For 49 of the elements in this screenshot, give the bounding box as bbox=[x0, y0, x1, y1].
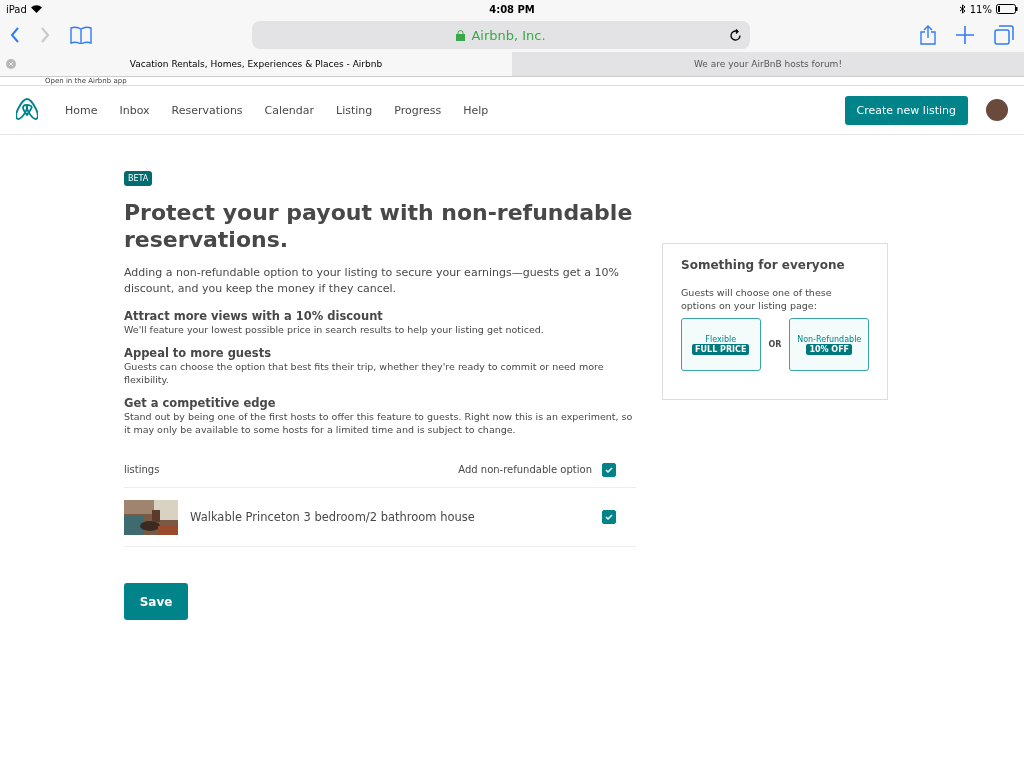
check-icon bbox=[604, 464, 614, 475]
device-name: iPad bbox=[6, 3, 27, 15]
listing-name: Walkable Princeton 3 bedroom/2 bathroom house bbox=[190, 510, 475, 524]
battery-icon bbox=[996, 4, 1018, 14]
wifi-icon bbox=[30, 5, 42, 13]
browser-tab[interactable]: Vacation Rentals, Homes, Experiences & Places - Airbnb bbox=[0, 52, 512, 76]
card-title: Something for everyone bbox=[681, 258, 846, 272]
reload-icon[interactable] bbox=[729, 28, 742, 42]
page-title: Protect your payout with non-refundable reservations. bbox=[124, 199, 634, 253]
nav-link[interactable]: Help bbox=[463, 103, 489, 117]
share-icon[interactable] bbox=[920, 25, 936, 45]
column-header: Add non-refundable option bbox=[458, 464, 592, 475]
nav-link[interactable]: Reservations bbox=[171, 103, 243, 117]
beta-badge: BETA bbox=[124, 171, 153, 186]
nav-link[interactable]: Listing bbox=[336, 103, 373, 117]
option-tag: 10% OFF bbox=[806, 343, 853, 355]
clock-time: 4:08 PM bbox=[489, 3, 535, 15]
nav-link[interactable]: Inbox bbox=[119, 103, 150, 117]
bluetooth-icon bbox=[959, 4, 966, 14]
user-avatar[interactable] bbox=[986, 99, 1008, 121]
listing-checkbox[interactable] bbox=[602, 510, 616, 524]
column-header: listings bbox=[124, 464, 160, 475]
bookmarks-icon[interactable] bbox=[70, 26, 92, 44]
plus-icon[interactable] bbox=[956, 26, 974, 44]
nav-link[interactable]: Home bbox=[65, 103, 98, 117]
option-label: Non-Refundable bbox=[797, 334, 862, 344]
create-listing-button[interactable]: Create new listing bbox=[844, 95, 968, 125]
browser-tab[interactable]: We are your AirBnB hosts forum! bbox=[512, 52, 1024, 76]
feature-text: We'll feature your lowest possible price in search results to help your listing get noticed. bbox=[124, 323, 545, 336]
tabs-icon[interactable] bbox=[994, 25, 1014, 45]
check-icon bbox=[604, 512, 614, 522]
or-separator: OR bbox=[768, 340, 782, 349]
battery-percent: 11% bbox=[969, 3, 992, 15]
save-button[interactable]: Save bbox=[124, 583, 188, 620]
card-text: Guests will choose one of these options on your listing page: bbox=[681, 286, 833, 312]
lock-icon bbox=[456, 29, 466, 41]
feature-heading: Appeal to more guests bbox=[124, 346, 273, 360]
back-icon[interactable] bbox=[10, 27, 20, 43]
feature-text: Guests can choose the option that best fits their trip, whether they're ready to commit or need more flexibility. bbox=[124, 360, 605, 386]
logo-icon[interactable] bbox=[16, 98, 38, 122]
select-all-checkbox[interactable] bbox=[602, 462, 616, 477]
option-label: Flexible bbox=[705, 334, 737, 344]
intro-text: Adding a non-refundable option to your listing to secure your earnings—guests get a 10% discount, and you keep the money if they cancel. bbox=[124, 265, 620, 297]
feature-heading: Attract more views with a 10% discount bbox=[124, 309, 384, 323]
feature-text: Stand out by being one of the first hosts to offer this feature to guests. Right now this is an experiment, so it may only be available to some hosts for a limited time and is subject to change. bbox=[124, 410, 634, 436]
feature-heading: Get a competitive edge bbox=[124, 396, 277, 410]
nav-link[interactable]: Calendar bbox=[264, 103, 315, 117]
nav-link[interactable]: Progress bbox=[394, 103, 442, 117]
option-tag: FULL PRICE bbox=[692, 343, 750, 355]
